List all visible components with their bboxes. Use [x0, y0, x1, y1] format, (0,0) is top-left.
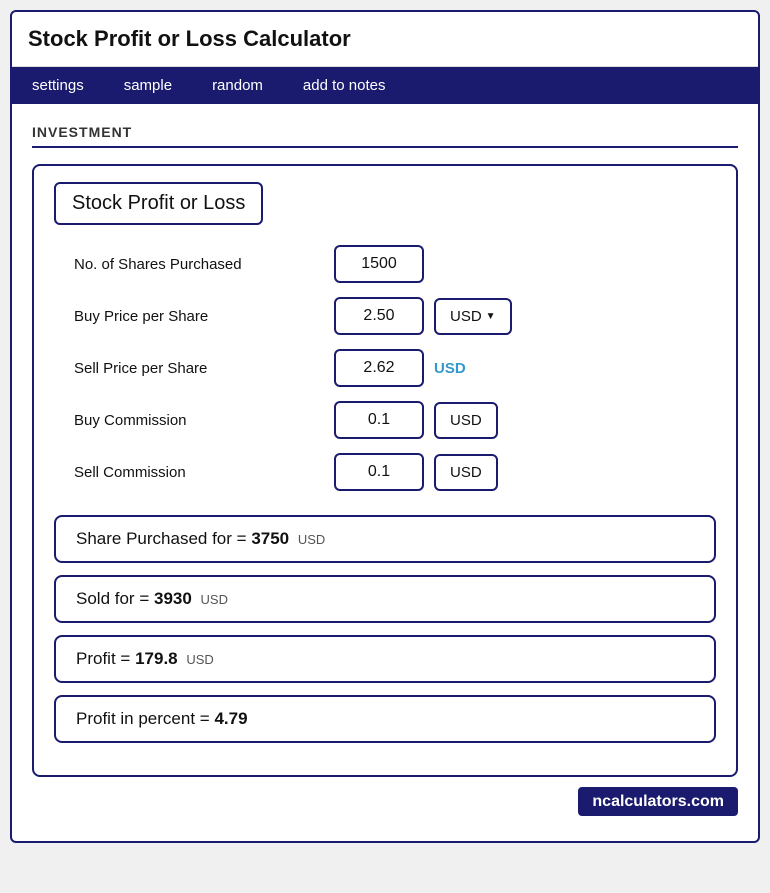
sell-price-input[interactable] [334, 349, 424, 387]
profit-eq: = [120, 649, 135, 668]
sell-commission-currency-btn[interactable]: USD [434, 454, 498, 491]
buy-commission-currency-label: USD [450, 412, 482, 429]
share-purchased-result: Share Purchased for = 3750 USD [54, 515, 716, 563]
share-purchased-value: 3750 [251, 529, 289, 548]
field-row-sell-commission: Sell Commission USD [54, 453, 716, 491]
sell-price-currency-label: USD [434, 360, 466, 377]
tab-add-to-notes[interactable]: add to notes [283, 67, 406, 104]
buy-commission-currency-btn[interactable]: USD [434, 402, 498, 439]
field-label-shares: No. of Shares Purchased [74, 256, 334, 273]
sold-for-value: 3930 [154, 589, 192, 608]
field-row-shares: No. of Shares Purchased [54, 245, 716, 283]
calculator-box: Stock Profit or Loss No. of Shares Purch… [32, 164, 738, 777]
tab-bar: settings sample random add to notes [12, 67, 758, 104]
main-content: INVESTMENT Stock Profit or Loss No. of S… [12, 104, 758, 841]
field-row-buy-price: Buy Price per Share USD ▼ [54, 297, 716, 335]
calculator-container: Stock Profit or Loss Calculator settings… [10, 10, 760, 843]
field-label-buy-price: Buy Price per Share [74, 308, 334, 325]
field-label-sell-price: Sell Price per Share [74, 360, 334, 377]
buy-commission-input[interactable] [334, 401, 424, 439]
sold-for-unit: USD [201, 592, 228, 607]
sold-for-result: Sold for = 3930 USD [54, 575, 716, 623]
profit-percent-result: Profit in percent = 4.79 [54, 695, 716, 743]
chevron-down-icon: ▼ [486, 311, 496, 322]
profit-result: Profit = 179.8 USD [54, 635, 716, 683]
profit-percent-value: 4.79 [214, 709, 247, 728]
profit-value: 179.8 [135, 649, 178, 668]
currency-dropdown-btn[interactable]: USD ▼ [434, 298, 512, 335]
section-label: INVESTMENT [32, 124, 738, 148]
title-bar: Stock Profit or Loss Calculator [12, 12, 758, 67]
field-label-sell-commission: Sell Commission [74, 464, 334, 481]
brand-label: ncalculators.com [578, 787, 738, 816]
sold-for-label: Sold for [76, 589, 135, 608]
profit-label: Profit [76, 649, 116, 668]
calc-title: Stock Profit or Loss [54, 182, 263, 225]
profit-percent-label: Profit in percent [76, 709, 195, 728]
share-purchased-eq: = [237, 529, 252, 548]
field-row-buy-commission: Buy Commission USD [54, 401, 716, 439]
currency-dropdown-label: USD [450, 308, 482, 325]
sold-for-eq: = [139, 589, 154, 608]
footer-brand: ncalculators.com [32, 793, 738, 811]
profit-unit: USD [186, 652, 213, 667]
results-section: Share Purchased for = 3750 USD Sold for … [54, 515, 716, 743]
share-purchased-unit: USD [298, 532, 325, 547]
field-row-sell-price: Sell Price per Share USD [54, 349, 716, 387]
shares-purchased-input[interactable] [334, 245, 424, 283]
buy-price-input[interactable] [334, 297, 424, 335]
tab-sample[interactable]: sample [104, 67, 192, 104]
tab-random[interactable]: random [192, 67, 283, 104]
share-purchased-label: Share Purchased for [76, 529, 232, 548]
tab-settings[interactable]: settings [12, 67, 104, 104]
profit-percent-eq: = [200, 709, 215, 728]
page-title: Stock Profit or Loss Calculator [28, 26, 742, 52]
sell-commission-input[interactable] [334, 453, 424, 491]
field-label-buy-commission: Buy Commission [74, 412, 334, 429]
sell-commission-currency-label: USD [450, 464, 482, 481]
